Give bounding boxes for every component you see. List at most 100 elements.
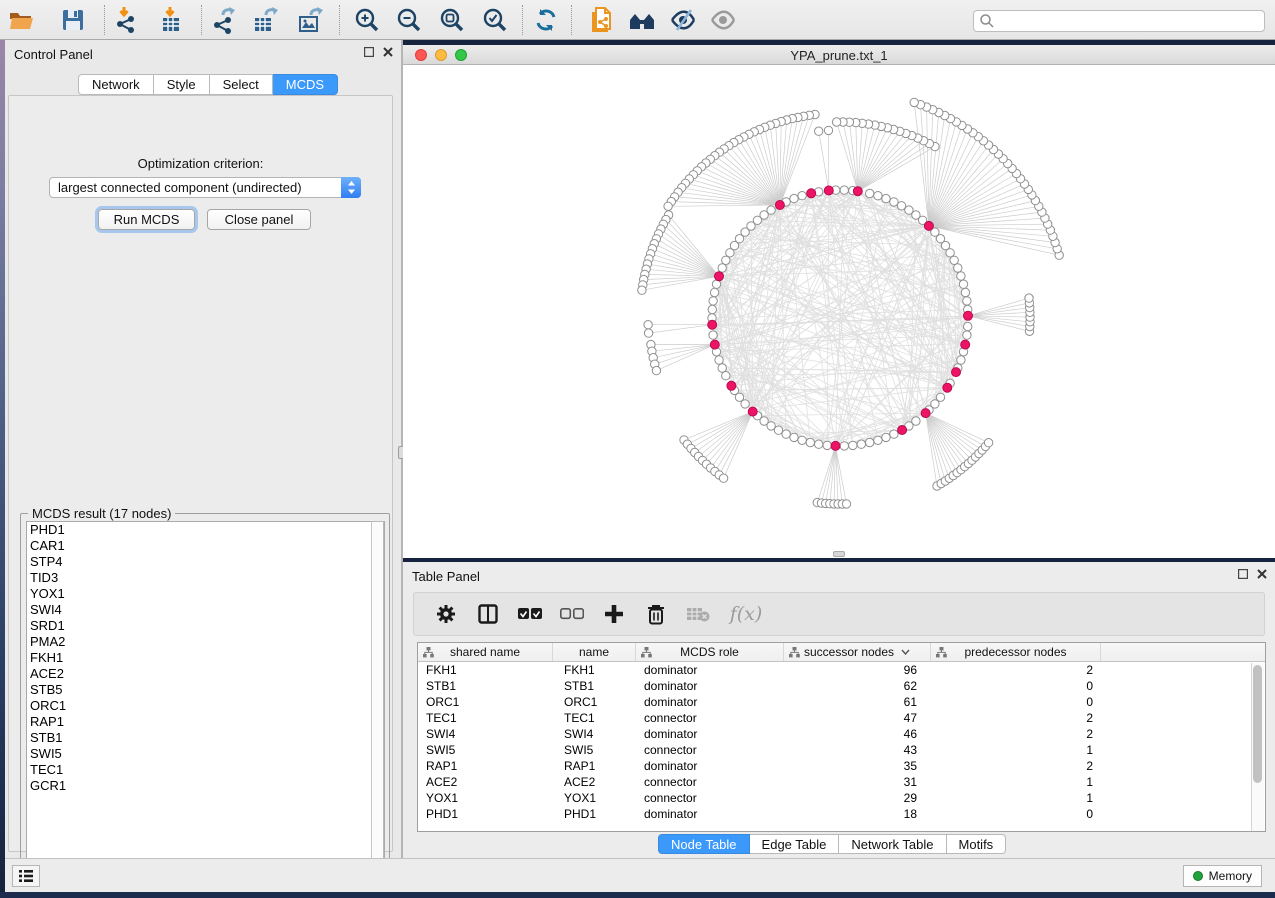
deselect-all-button[interactable] <box>558 599 586 629</box>
mcds-result-item[interactable]: RAP1 <box>27 714 384 730</box>
mcds-list-scrollbar[interactable] <box>371 521 384 872</box>
mcds-result-item[interactable]: CAR1 <box>27 538 384 554</box>
first-neighbors-button[interactable] <box>626 4 660 36</box>
refresh-layout-button[interactable] <box>529 4 563 36</box>
eye-icon <box>709 8 737 32</box>
mcds-result-item[interactable]: ACE2 <box>27 666 384 682</box>
table-cell: ORC1 <box>553 694 636 710</box>
network-document-icon <box>588 6 614 34</box>
table-cell: dominator <box>636 694 784 710</box>
mcds-result-item[interactable]: PHD1 <box>27 522 384 538</box>
float-window-icon[interactable] <box>364 47 374 57</box>
table-row[interactable]: SWI4SWI4dominator462 <box>418 726 1265 742</box>
desktop-wallpaper-bottom <box>0 892 1275 898</box>
table-cell: FKH1 <box>553 662 636 678</box>
float-window-icon[interactable] <box>1238 569 1248 579</box>
export-network-button[interactable] <box>208 4 242 36</box>
checked-boxes-icon <box>518 608 542 620</box>
new-network-from-selection-button[interactable] <box>584 4 618 36</box>
search-box[interactable] <box>973 10 1265 32</box>
tab-motifs[interactable]: Motifs <box>947 834 1007 854</box>
show-task-history-button[interactable] <box>12 865 40 887</box>
main-toolbar <box>0 0 1275 40</box>
zoom-in-button[interactable] <box>350 4 384 36</box>
optimization-criterion-value: largest connected component (undirected) <box>50 180 341 195</box>
close-panel-icon[interactable] <box>383 47 393 57</box>
canvas-divider-grip[interactable] <box>833 551 845 557</box>
column-header-shared-name[interactable]: shared name <box>418 643 553 661</box>
function-builder-button[interactable]: f(x) <box>726 599 766 629</box>
show-column-button[interactable] <box>474 599 502 629</box>
tab-edge-table[interactable]: Edge Table <box>750 834 840 854</box>
mcds-result-item[interactable]: STP4 <box>27 554 384 570</box>
mcds-result-item[interactable]: SWI5 <box>27 746 384 762</box>
mcds-result-item[interactable]: TEC1 <box>27 762 384 778</box>
hide-selected-button[interactable] <box>666 4 700 36</box>
mcds-result-item[interactable]: SRD1 <box>27 618 384 634</box>
network-graph[interactable] <box>403 65 1275 558</box>
table-row[interactable]: FKH1FKH1dominator962 <box>418 662 1265 678</box>
mcds-result-item[interactable]: ORC1 <box>27 698 384 714</box>
mcds-result-item[interactable]: STB5 <box>27 682 384 698</box>
table-row[interactable]: TEC1TEC1connector472 <box>418 710 1265 726</box>
table-cell: connector <box>636 790 784 806</box>
column-header-name[interactable]: name <box>553 643 636 661</box>
zoom-out-button[interactable] <box>392 4 426 36</box>
table-cell: 31 <box>784 774 931 790</box>
close-panel-button[interactable]: Close panel <box>207 209 311 230</box>
mcds-result-item[interactable]: GCR1 <box>27 778 384 794</box>
column-header-predecessor-nodes[interactable]: predecessor nodes <box>931 643 1101 661</box>
mcds-result-item[interactable]: SWI4 <box>27 602 384 618</box>
save-session-button[interactable] <box>56 4 90 36</box>
delete-column-button[interactable] <box>642 599 670 629</box>
tab-style[interactable]: Style <box>154 74 210 95</box>
column-header-successor-nodes[interactable]: successor nodes <box>784 643 931 661</box>
memory-button[interactable]: Memory <box>1183 865 1262 887</box>
tab-network-table[interactable]: Network Table <box>839 834 946 854</box>
delete-table-button[interactable] <box>684 599 712 629</box>
search-input[interactable] <box>995 12 1264 30</box>
add-column-button[interactable] <box>600 599 628 629</box>
zoom-selected-button[interactable] <box>478 4 512 36</box>
network-view-titlebar[interactable]: YPA_prune.txt_1 <box>403 45 1275 65</box>
mcds-result-list[interactable]: PHD1CAR1STP4TID3YOX1SWI4SRD1PMA2FKH1ACE2… <box>26 521 385 872</box>
column-header-mcds-role[interactable]: MCDS role <box>636 643 784 661</box>
import-table-button[interactable] <box>155 4 189 36</box>
close-panel-icon[interactable] <box>1257 569 1267 579</box>
table-row[interactable]: ACE2ACE2connector311 <box>418 774 1265 790</box>
node-table: shared name name MCDS role successor nod… <box>417 642 1266 832</box>
export-table-button[interactable] <box>250 4 284 36</box>
run-mcds-button[interactable]: Run MCDS <box>98 209 195 230</box>
table-cell: STB1 <box>553 678 636 694</box>
table-row[interactable]: SWI5SWI5connector431 <box>418 742 1265 758</box>
tab-select[interactable]: Select <box>210 74 273 95</box>
table-cell: STB1 <box>418 678 553 694</box>
mcds-result-item[interactable]: TID3 <box>27 570 384 586</box>
network-view-window: YPA_prune.txt_1 <box>403 45 1275 558</box>
mcds-result-item[interactable]: FKH1 <box>27 650 384 666</box>
table-row[interactable]: RAP1RAP1dominator352 <box>418 758 1265 774</box>
show-all-button[interactable] <box>706 4 740 36</box>
optimization-criterion-select[interactable]: largest connected component (undirected) <box>49 177 361 198</box>
mcds-result-item[interactable]: YOX1 <box>27 586 384 602</box>
tab-network[interactable]: Network <box>78 74 154 95</box>
table-row[interactable]: PHD1PHD1dominator180 <box>418 806 1265 822</box>
table-scrollbar-thumb[interactable] <box>1253 665 1262 783</box>
import-network-button[interactable] <box>111 4 145 36</box>
table-options-button[interactable] <box>432 599 460 629</box>
mcds-result-item[interactable]: STB1 <box>27 730 384 746</box>
export-image-button[interactable] <box>295 4 329 36</box>
table-row[interactable]: YOX1YOX1connector291 <box>418 790 1265 806</box>
network-canvas[interactable] <box>403 65 1275 558</box>
table-scrollbar[interactable] <box>1251 663 1264 831</box>
table-row[interactable]: STB1STB1dominator620 <box>418 678 1265 694</box>
tab-node-table[interactable]: Node Table <box>658 834 750 854</box>
table-cell: 29 <box>784 790 931 806</box>
zoom-fit-button[interactable] <box>435 4 469 36</box>
mcds-result-item[interactable]: PMA2 <box>27 634 384 650</box>
open-file-button[interactable] <box>4 4 38 36</box>
table-tabs: Node Table Edge Table Network Table Moti… <box>658 834 1006 854</box>
tab-mcds[interactable]: MCDS <box>273 74 338 95</box>
select-all-button[interactable] <box>516 599 544 629</box>
table-row[interactable]: ORC1ORC1dominator610 <box>418 694 1265 710</box>
